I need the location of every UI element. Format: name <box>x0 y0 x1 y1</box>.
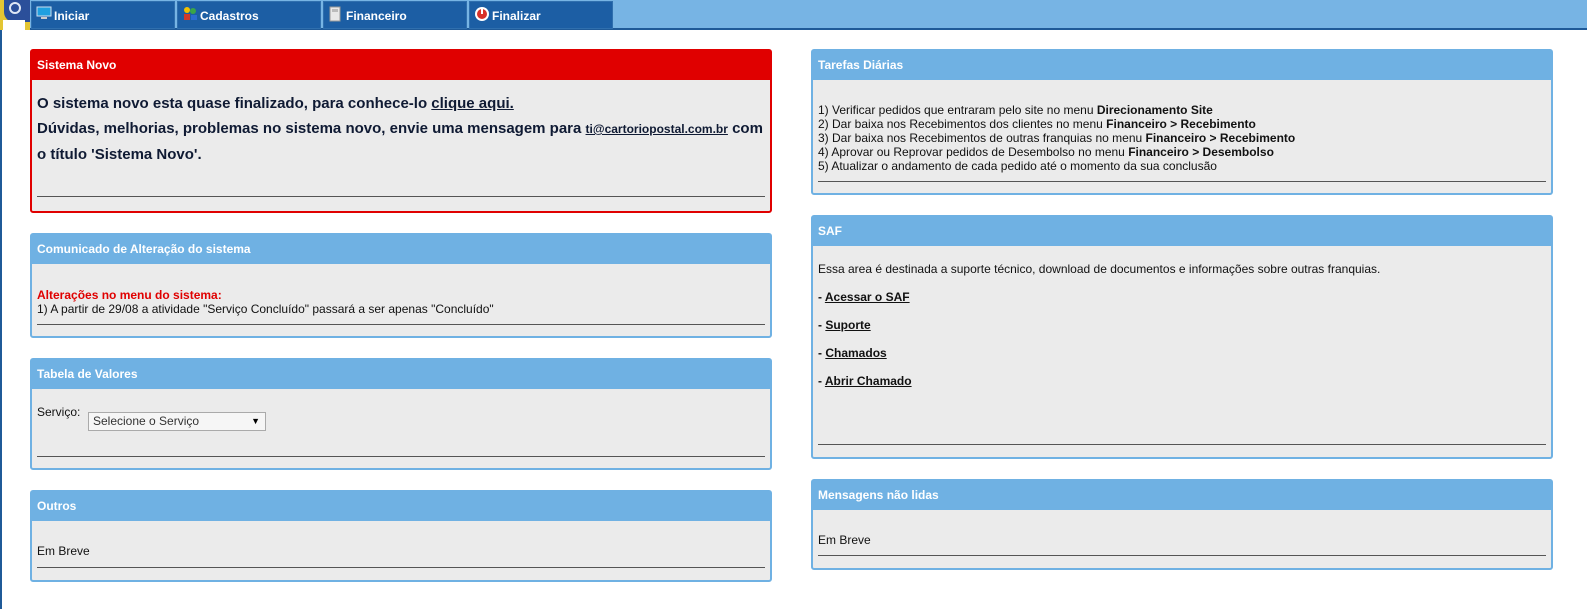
sistema-novo-line2: Dúvidas, melhorias, problemas no sistema… <box>37 120 586 137</box>
saf-intro: Essa area é destinada a suporte técnico,… <box>818 262 1381 276</box>
chamados-link[interactable]: Chamados <box>825 346 886 360</box>
tarefa-item: 3) Dar baixa nos Recebimentos de outras … <box>818 131 1296 145</box>
calculator-icon <box>329 6 341 22</box>
menu-finalizar[interactable]: Finalizar <box>469 1 613 29</box>
menu-finalizar-label: Finalizar <box>492 9 541 23</box>
servico-label: Serviço: <box>37 405 81 419</box>
panel-mensagens: Mensagens não lidas Em Breve <box>811 479 1553 570</box>
divider <box>818 444 1546 445</box>
sistema-novo-line1: O sistema novo esta quase finalizado, pa… <box>37 95 432 112</box>
divider <box>818 181 1546 182</box>
sistema-novo-line3: o título 'Sistema Novo'. <box>37 146 202 163</box>
email-link[interactable]: ti@cartoriopostal.com.br <box>586 122 728 136</box>
servico-select[interactable]: Selecione o Serviço ▼ <box>88 412 266 431</box>
divider <box>37 456 765 457</box>
panel-tarefas: Tarefas Diárias 1) Verificar pedidos que… <box>811 49 1553 195</box>
tarefa-item: 2) Dar baixa nos Recebimentos dos client… <box>818 117 1256 131</box>
saf-link-item: - Chamados <box>818 346 887 360</box>
menu-cadastros[interactable]: Cadastros <box>177 1 321 29</box>
panel-tarefas-title: Tarefas Diárias <box>813 51 1551 80</box>
panel-saf-title: SAF <box>813 217 1551 246</box>
suporte-link[interactable]: Suporte <box>825 318 870 332</box>
panel-comunicado-title: Comunicado de Alteração do sistema <box>32 235 770 264</box>
menu-iniciar-label: Iniciar <box>54 9 90 23</box>
outros-text: Em Breve <box>37 544 90 558</box>
acessar-saf-link[interactable]: Acessar o SAF <box>825 290 910 304</box>
divider <box>37 196 765 197</box>
people-icon <box>184 7 197 20</box>
panel-saf: SAF Essa area é destinada a suporte técn… <box>811 215 1553 459</box>
tarefa-item: 4) Aprovar ou Reprovar pedidos de Desemb… <box>818 145 1274 159</box>
divider <box>37 567 765 568</box>
power-icon <box>475 7 489 21</box>
left-border <box>0 30 2 609</box>
top-menu-bar: Iniciar Cadastros Financeiro Finalizar <box>0 0 1587 30</box>
saf-link-item: - Abrir Chamado <box>818 374 912 388</box>
sistema-novo-line2-suffix: com <box>727 120 763 137</box>
panel-sistema-novo-title: Sistema Novo <box>32 51 770 80</box>
app-logo[interactable] <box>0 0 30 30</box>
panel-tabela-title: Tabela de Valores <box>32 360 770 389</box>
menu-iniciar[interactable]: Iniciar <box>31 1 175 29</box>
panel-sistema-novo: Sistema Novo O sistema novo esta quase f… <box>30 49 772 213</box>
comunicado-item-1: 1) A partir de 29/08 a atividade "Serviç… <box>37 302 494 316</box>
panel-outros: Outros Em Breve <box>30 490 772 582</box>
menu-financeiro-label: Financeiro <box>346 9 407 23</box>
clique-aqui-link[interactable]: clique aqui. <box>431 95 514 112</box>
mensagens-text: Em Breve <box>818 533 871 547</box>
abrir-chamado-link[interactable]: Abrir Chamado <box>825 374 912 388</box>
monitor-icon <box>36 6 52 19</box>
panel-comunicado: Comunicado de Alteração do sistema Alter… <box>30 233 772 338</box>
panel-outros-title: Outros <box>32 492 770 521</box>
saf-link-item: - Acessar o SAF <box>818 290 910 304</box>
tarefa-item: 5) Atualizar o andamento de cada pedido … <box>818 159 1217 173</box>
servico-select-value: Selecione o Serviço <box>93 414 200 428</box>
panel-tabela-valores: Tabela de Valores Serviço: Selecione o S… <box>30 358 772 470</box>
menu-financeiro[interactable]: Financeiro <box>323 1 467 29</box>
chevron-down-icon: ▼ <box>251 416 260 426</box>
divider <box>818 555 1546 556</box>
tarefa-item: 1) Verificar pedidos que entraram pelo s… <box>818 103 1213 117</box>
divider <box>37 324 765 325</box>
panel-mensagens-title: Mensagens não lidas <box>813 481 1551 510</box>
comunicado-heading: Alterações no menu do sistema: <box>37 288 222 302</box>
saf-link-item: - Suporte <box>818 318 871 332</box>
menu-cadastros-label: Cadastros <box>200 9 259 23</box>
